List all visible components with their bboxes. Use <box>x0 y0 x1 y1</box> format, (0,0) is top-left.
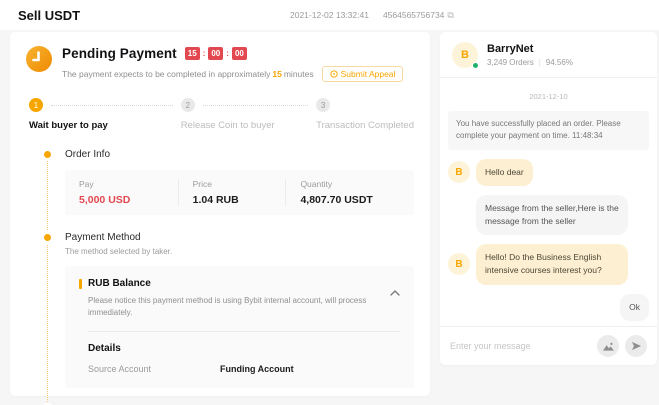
status-subtitle: The payment expects to be completed in a… <box>62 66 403 82</box>
page-title: Sell USDT <box>18 8 80 23</box>
clock-icon <box>26 46 52 72</box>
order-info-box: Pay 5,000 USD Price 1.04 RUB Quantity 4,… <box>65 170 414 215</box>
source-account-row: Source Account Funding Account <box>88 364 400 374</box>
seller-orders-count: 3,249 Orders <box>487 58 534 67</box>
message-bubble: Message from the seller,Here is the mess… <box>476 195 628 235</box>
step-release-coin: 2 Release Coin to buyer <box>181 98 316 131</box>
send-icon <box>631 341 642 351</box>
step-label: Transaction Completed <box>316 120 414 131</box>
timer-seconds: 00 <box>232 47 247 60</box>
chat-message: B Hello! Do the Business English intensi… <box>448 244 649 284</box>
seller-avatar: B <box>452 42 478 68</box>
topbar: Sell USDT 2021-12-02 13:32:41 4564565756… <box>0 0 659 30</box>
order-timestamp: 2021-12-02 13:32:41 <box>290 10 369 20</box>
step-number: 2 <box>181 98 195 112</box>
chat-message-outgoing: Ok <box>448 294 649 321</box>
message-bubble: Hello! Do the Business English intensive… <box>476 244 628 284</box>
copy-icon[interactable]: ⧉ <box>447 10 453 21</box>
message-bubble: Hello dear <box>476 159 533 186</box>
payment-method-subtitle: The method selected by taker. <box>65 247 414 256</box>
chat-header: B BarryNet 3,249 Orders | 94.56% <box>440 32 657 78</box>
divider <box>88 331 400 332</box>
send-message-button[interactable] <box>625 335 647 357</box>
payment-method-note: Please notice this payment method is usi… <box>88 295 400 319</box>
timer-hours: 15 <box>185 47 200 60</box>
pending-payment-header: Pending Payment 15 : 00 : 00 The payment… <box>26 46 414 82</box>
step-label: Wait buyer to pay <box>29 120 181 131</box>
quantity-value: 4,807.70 USDT <box>300 194 400 206</box>
attach-image-button[interactable] <box>597 335 619 357</box>
payment-method-row[interactable]: RUB Balance <box>79 278 400 289</box>
order-info-section: Order Info Pay 5,000 USD Price 1.04 RUB … <box>26 149 414 215</box>
payment-method-section: Payment Method The method selected by ta… <box>26 232 414 388</box>
minutes-remaining: 15 <box>270 69 283 79</box>
pay-field: Pay 5,000 USD <box>65 179 178 206</box>
quantity-label: Quantity <box>300 179 400 189</box>
bullet-icon <box>44 234 51 241</box>
pay-value: 5,000 USD <box>79 194 164 206</box>
seller-avatar: B <box>448 253 470 275</box>
online-status-dot <box>472 62 479 69</box>
chat-panel: B BarryNet 3,249 Orders | 94.56% 2021-12… <box>440 32 657 365</box>
order-progress-stepper: 1 Wait buyer to pay 2 Release Coin to bu… <box>29 98 414 131</box>
status-title: Pending Payment <box>62 46 177 61</box>
submit-appeal-button[interactable]: Submit Appeal <box>322 66 404 82</box>
price-label: Price <box>193 179 272 189</box>
quantity-field: Quantity 4,807.70 USDT <box>285 179 414 206</box>
chevron-up-icon[interactable] <box>390 290 400 296</box>
price-value: 1.04 RUB <box>193 194 272 206</box>
chat-input-bar <box>440 326 657 365</box>
details-title: Details <box>88 343 400 354</box>
seller-completion-rate: 94.56% <box>546 58 573 67</box>
accent-bar <box>79 279 82 289</box>
seller-name: BarryNet <box>487 43 573 55</box>
order-sections-timeline: Order Info Pay 5,000 USD Price 1.04 RUB … <box>26 149 414 405</box>
chat-messages: 2021-12-10 You have successfully placed … <box>440 78 657 326</box>
message-bubble: Ok <box>620 294 649 321</box>
pay-label: Pay <box>79 179 164 189</box>
payment-method-box: RUB Balance Please notice this payment m… <box>65 266 414 388</box>
payment-method-title: Payment Method <box>65 232 414 243</box>
source-account-value: Funding Account <box>220 364 294 374</box>
bullet-icon <box>44 151 51 158</box>
source-account-label: Source Account <box>88 364 220 374</box>
step-connector <box>51 105 173 106</box>
chat-date-divider: 2021-12-10 <box>448 92 649 101</box>
step-number: 3 <box>316 98 330 112</box>
step-number: 1 <box>29 98 43 112</box>
chat-message: Message from the seller,Here is the mess… <box>448 195 649 235</box>
system-message: You have successfully placed an order. P… <box>448 111 649 150</box>
appeal-icon <box>330 70 338 78</box>
step-transaction-completed: 3 Transaction Completed <box>316 98 414 131</box>
countdown-timer: 15 : 00 : 00 <box>185 47 247 60</box>
chat-message: B Hello dear <box>448 159 649 186</box>
seller-avatar: B <box>448 161 470 183</box>
chat-message-input[interactable] <box>450 341 591 351</box>
order-meta: 2021-12-02 13:32:41 4564565756734 ⧉ <box>290 0 454 30</box>
seller-stats: 3,249 Orders | 94.56% <box>487 58 573 67</box>
payment-method-name: RUB Balance <box>88 278 151 289</box>
step-label: Release Coin to buyer <box>181 120 316 131</box>
image-icon <box>603 342 614 351</box>
price-field: Price 1.04 RUB <box>178 179 286 206</box>
step-wait-buyer-to-pay: 1 Wait buyer to pay <box>29 98 181 131</box>
timer-minutes: 00 <box>208 47 223 60</box>
step-connector <box>203 105 308 106</box>
order-detail-panel: Pending Payment 15 : 00 : 00 The payment… <box>10 32 430 396</box>
order-id: 4564565756734 <box>383 10 444 20</box>
order-info-title: Order Info <box>65 149 414 160</box>
